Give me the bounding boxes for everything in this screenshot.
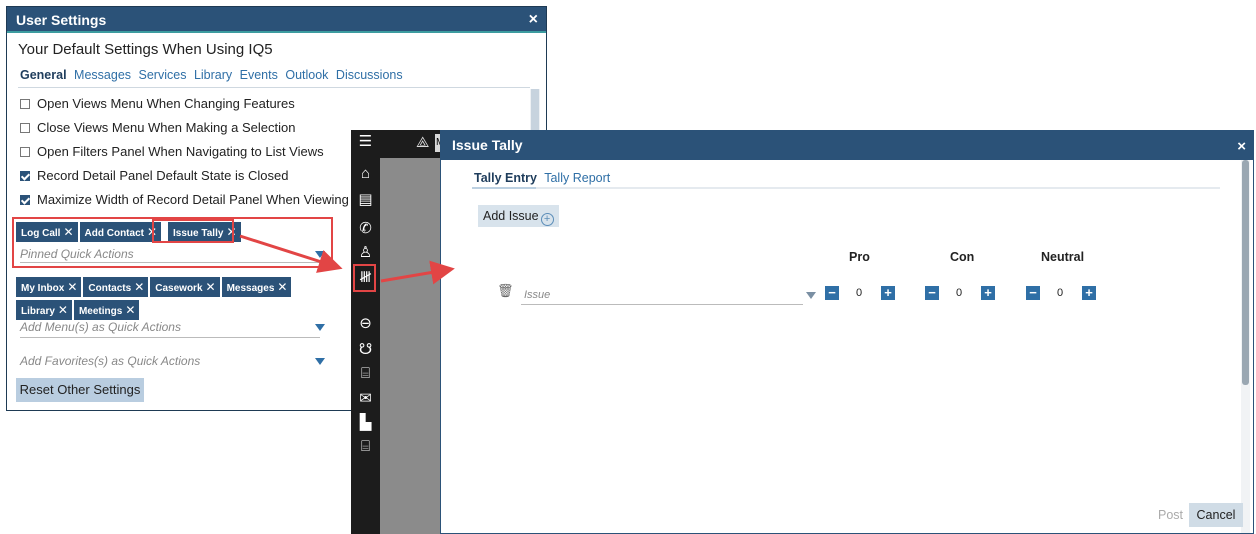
- scrollbar-thumb[interactable]: [1242, 160, 1249, 385]
- chip-library: Library ✕: [16, 300, 72, 320]
- minus-icon[interactable]: −: [925, 286, 939, 300]
- column-neutral: Neutral: [1041, 250, 1085, 264]
- checkbox[interactable]: [20, 147, 30, 157]
- logo-icon: ⟁: [416, 134, 430, 151]
- post-button[interactable]: Post: [1158, 508, 1183, 522]
- close-icon[interactable]: ✕: [134, 280, 144, 294]
- reset-other-settings-button[interactable]: Reset Other Settings: [16, 378, 144, 402]
- pro-value[interactable]: 0: [841, 286, 877, 300]
- checkbox-checked[interactable]: [20, 171, 30, 181]
- chip-contacts: Contacts ✕: [83, 277, 149, 297]
- close-icon[interactable]: ×: [1237, 132, 1246, 161]
- option-label: Record Detail Panel Default State is Clo…: [37, 168, 289, 183]
- settings-heading: Your Default Settings When Using IQ5: [18, 41, 273, 58]
- option-label: Open Views Menu When Changing Features: [37, 96, 295, 111]
- option-open-filters-panel[interactable]: Open Filters Panel When Navigating to Li…: [20, 144, 324, 159]
- option-label: Open Filters Panel When Navigating to Li…: [37, 144, 324, 159]
- meetings-icon[interactable]: ⌸: [356, 437, 375, 456]
- menu-underline: [20, 337, 320, 338]
- sidebar: ☰ ⌂ ▤ ✆ ♙ 𝍸 ⊖ ☋ ⌸ ✉ ▙ ⌸: [351, 130, 380, 534]
- active-tab-indicator: [472, 187, 536, 189]
- plus-icon[interactable]: +: [981, 286, 995, 300]
- tab-tally-report[interactable]: Tally Report: [544, 171, 610, 185]
- plus-icon[interactable]: +: [1082, 286, 1096, 300]
- inbox-icon[interactable]: ⊖: [356, 314, 375, 333]
- option-label: Close Views Menu When Making a Selection: [37, 120, 296, 135]
- option-open-views-menu[interactable]: Open Views Menu When Changing Features: [20, 96, 295, 111]
- plus-icon[interactable]: +: [881, 286, 895, 300]
- close-icon[interactable]: ×: [529, 7, 538, 33]
- neutral-value[interactable]: 0: [1042, 286, 1078, 300]
- plus-circle-icon: +: [540, 213, 554, 226]
- home-icon[interactable]: ⌂: [356, 164, 375, 183]
- tabs-divider: [472, 187, 1220, 189]
- user-settings-titlebar: User Settings ×: [7, 7, 546, 33]
- chip-messages: Messages ✕: [221, 277, 292, 297]
- tab-events[interactable]: Events: [240, 68, 278, 82]
- issue-select[interactable]: Issue: [524, 289, 550, 301]
- highlight-box: [353, 264, 376, 292]
- option-maximize-width[interactable]: Maximize Width of Record Detail Panel Wh…: [20, 192, 361, 207]
- checkbox[interactable]: [20, 99, 30, 109]
- library-icon[interactable]: ▙: [356, 413, 375, 432]
- printer-icon[interactable]: ▤: [356, 190, 375, 209]
- con-stepper[interactable]: − 0 +: [925, 286, 997, 302]
- tab-library[interactable]: Library: [194, 68, 232, 82]
- close-icon[interactable]: ✕: [125, 303, 135, 317]
- close-icon[interactable]: ✕: [277, 280, 287, 294]
- chip-casework: Casework ✕: [150, 277, 220, 297]
- phone-icon[interactable]: ✆: [356, 219, 375, 238]
- settings-tabs: General Messages Services Library Events…: [20, 68, 407, 82]
- issue-tally-title: Issue Tally: [452, 137, 523, 153]
- tab-discussions[interactable]: Discussions: [336, 68, 403, 82]
- tab-messages[interactable]: Messages: [74, 68, 131, 82]
- cancel-button[interactable]: Cancel: [1189, 503, 1243, 527]
- tally-tabs: Tally Entry Tally Report: [474, 171, 614, 185]
- hamburger-menu-icon[interactable]: ☰: [356, 132, 375, 151]
- app-topbar: ⟁ My: [380, 130, 455, 158]
- chevron-down-icon[interactable]: [315, 324, 325, 331]
- column-con: Con: [950, 250, 975, 264]
- checkbox[interactable]: [20, 123, 30, 133]
- column-pro: Pro: [849, 250, 870, 264]
- chevron-down-icon[interactable]: [806, 292, 816, 299]
- option-close-views-menu[interactable]: Close Views Menu When Making a Selection: [20, 120, 295, 135]
- favorites-placeholder[interactable]: Add Favorites(s) as Quick Actions: [20, 354, 200, 368]
- checkbox-checked[interactable]: [20, 195, 30, 205]
- issue-underline: [521, 304, 803, 305]
- tab-outlook[interactable]: Outlook: [285, 68, 328, 82]
- tab-services[interactable]: Services: [139, 68, 187, 82]
- tab-general[interactable]: General: [20, 68, 67, 82]
- pro-stepper[interactable]: − 0 +: [825, 286, 897, 302]
- casework-icon[interactable]: ⌸: [356, 364, 375, 383]
- neutral-stepper[interactable]: − 0 +: [1026, 286, 1098, 302]
- close-icon[interactable]: ✕: [206, 280, 216, 294]
- chevron-down-icon[interactable]: [315, 358, 325, 365]
- user-settings-title: User Settings: [16, 12, 107, 28]
- issue-tally-dialog: Issue Tally × Tally Entry Tally Report A…: [440, 130, 1254, 534]
- option-record-detail-closed[interactable]: Record Detail Panel Default State is Clo…: [20, 168, 288, 183]
- minus-icon[interactable]: −: [825, 286, 839, 300]
- menu-placeholder[interactable]: Add Menu(s) as Quick Actions: [20, 320, 181, 334]
- tally-scrollbar[interactable]: [1241, 160, 1250, 533]
- chip-meetings: Meetings ✕: [73, 300, 140, 320]
- tabs-divider: [18, 87, 530, 88]
- tab-tally-entry[interactable]: Tally Entry: [474, 171, 537, 185]
- menu-quick-actions: My Inbox ✕ Contacts ✕ Casework ✕ Messages ✕ Libr…: [16, 277, 337, 323]
- highlight-box: [152, 219, 234, 243]
- close-icon[interactable]: ✕: [67, 280, 77, 294]
- con-value[interactable]: 0: [941, 286, 977, 300]
- minus-icon[interactable]: −: [1026, 286, 1040, 300]
- option-label: Maximize Width of Record Detail Panel Wh…: [37, 192, 362, 207]
- messages-icon[interactable]: ✉: [356, 389, 375, 408]
- contacts-icon[interactable]: ☋: [356, 340, 375, 359]
- chip-my-inbox: My Inbox ✕: [16, 277, 82, 297]
- close-icon[interactable]: ✕: [58, 303, 68, 317]
- add-contact-icon[interactable]: ♙: [356, 243, 375, 262]
- trash-icon[interactable]: 🗑: [497, 283, 514, 299]
- issue-tally-titlebar: Issue Tally ×: [441, 131, 1253, 160]
- add-issue-button[interactable]: Add Issue +: [478, 205, 559, 227]
